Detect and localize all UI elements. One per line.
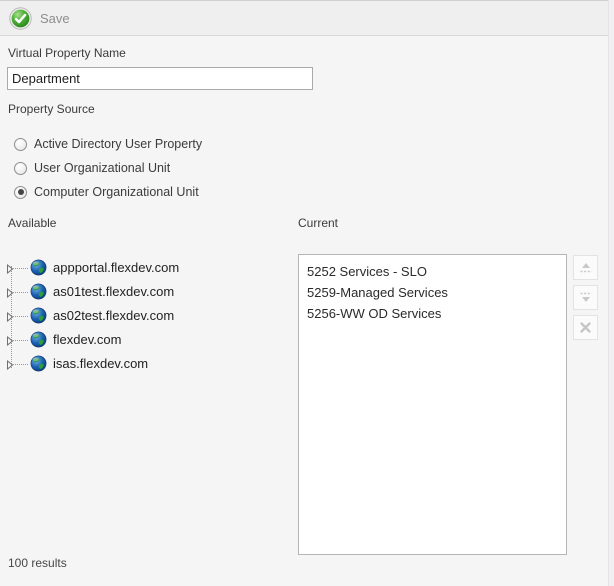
tree-item-label[interactable]: appportal.flexdev.com	[53, 260, 179, 275]
move-down-icon	[578, 291, 594, 304]
property-source-radio-group: Active Directory User Property User Orga…	[14, 132, 202, 204]
tree-connector-line	[13, 340, 28, 341]
current-section-label: Current	[298, 216, 338, 230]
globe-domain-icon	[30, 355, 47, 375]
check-circle-icon	[9, 7, 32, 30]
tree-row-domain[interactable]: as02test.flexdev.com	[0, 304, 290, 328]
available-tree: appportal.flexdev.com as01test.flexdev.c…	[0, 256, 290, 380]
remove-button[interactable]	[573, 315, 598, 340]
chevron-right-collapsed-icon[interactable]	[6, 287, 14, 301]
tree-connector-line	[13, 316, 28, 317]
scrollbar-gutter	[608, 0, 614, 586]
tree-row-domain[interactable]: as01test.flexdev.com	[0, 280, 290, 304]
radio-label: Active Directory User Property	[34, 137, 202, 151]
chevron-right-collapsed-icon[interactable]	[6, 335, 14, 349]
radio-label: User Organizational Unit	[34, 161, 170, 175]
radio-computer-organizational-unit[interactable]: Computer Organizational Unit	[14, 180, 202, 204]
save-button[interactable]: Save	[9, 7, 70, 30]
current-list-item[interactable]: 5259-Managed Services	[299, 282, 566, 303]
tree-connector-line	[13, 292, 28, 293]
move-down-button[interactable]	[573, 285, 598, 310]
current-list-item[interactable]: 5256-WW OD Services	[299, 303, 566, 324]
chevron-right-collapsed-icon[interactable]	[6, 311, 14, 325]
virtual-property-name-input[interactable]	[7, 67, 313, 90]
results-count: 100 results	[8, 556, 67, 570]
save-button-label: Save	[40, 11, 70, 26]
radio-active-directory-user-property[interactable]: Active Directory User Property	[14, 132, 202, 156]
radio-label: Computer Organizational Unit	[34, 185, 199, 199]
tree-row-domain[interactable]: isas.flexdev.com	[0, 352, 290, 376]
toolbar: Save	[0, 0, 614, 36]
radio-icon[interactable]	[14, 162, 27, 175]
radio-user-organizational-unit[interactable]: User Organizational Unit	[14, 156, 202, 180]
tree-item-label[interactable]: as01test.flexdev.com	[53, 284, 174, 299]
virtual-property-name-label: Virtual Property Name	[8, 46, 126, 60]
move-up-icon	[578, 261, 594, 274]
remove-x-icon	[579, 321, 592, 334]
current-list-item[interactable]: 5252 Services - SLO	[299, 261, 566, 282]
chevron-right-collapsed-icon[interactable]	[6, 263, 14, 277]
globe-domain-icon	[30, 307, 47, 327]
tree-connector-line	[13, 268, 28, 269]
globe-domain-icon	[30, 331, 47, 351]
tree-item-label[interactable]: flexdev.com	[53, 332, 121, 347]
tree-row-domain[interactable]: appportal.flexdev.com	[0, 256, 290, 280]
radio-icon[interactable]	[14, 138, 27, 151]
move-up-button[interactable]	[573, 255, 598, 280]
tree-connector-line	[13, 364, 28, 365]
globe-domain-icon	[30, 283, 47, 303]
globe-domain-icon	[30, 259, 47, 279]
current-list[interactable]: 5252 Services - SLO 5259-Managed Service…	[298, 254, 567, 555]
available-section-label: Available	[8, 216, 56, 230]
tree-row-domain[interactable]: flexdev.com	[0, 328, 290, 352]
property-source-label: Property Source	[8, 102, 95, 116]
radio-icon-selected[interactable]	[14, 186, 27, 199]
tree-item-label[interactable]: as02test.flexdev.com	[53, 308, 174, 323]
chevron-right-collapsed-icon[interactable]	[6, 359, 14, 373]
tree-item-label[interactable]: isas.flexdev.com	[53, 356, 148, 371]
